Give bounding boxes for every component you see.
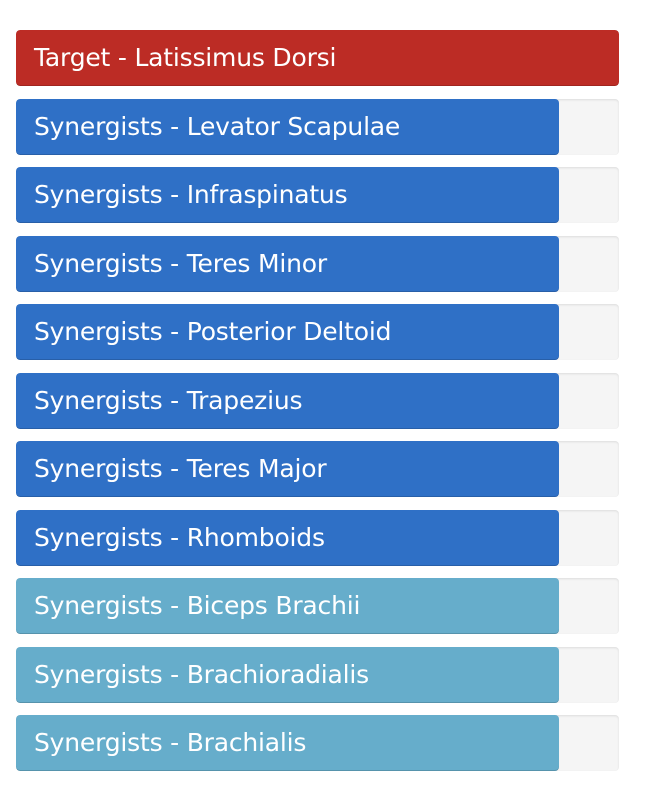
muscle-bar-label: Synergists - Biceps Brachii — [34, 591, 361, 620]
muscle-bar-label: Synergists - Infraspinatus — [34, 180, 348, 209]
muscle-bar-label: Synergists - Brachialis — [34, 728, 307, 757]
muscle-bar-rhomboids: Synergists - Rhomboids — [16, 509, 619, 566]
muscle-bar-biceps-brachii: Synergists - Biceps Brachii — [16, 578, 619, 634]
muscle-bar-levator-scapulae: Synergists - Levator Scapulae — [16, 98, 619, 155]
muscle-bar-trapezius: Synergists - Trapezius — [16, 372, 619, 429]
muscle-bar-label: Synergists - Trapezius — [34, 385, 303, 415]
muscle-bar-infraspinatus: Synergists - Infraspinatus — [16, 167, 619, 223]
muscle-bar-label: Synergists - Posterior Deltoid — [34, 317, 392, 346]
muscle-bar-label: Synergists - Rhomboids — [34, 522, 325, 552]
muscle-bar-teres-major: Synergists - Teres Major — [16, 441, 619, 497]
muscle-bar-label: Synergists - Brachioradialis — [34, 659, 369, 689]
muscle-bar-label: Synergists - Teres Major — [34, 454, 327, 483]
muscle-activation-list: Target - Latissimus Dorsi Synergists - L… — [16, 30, 619, 784]
muscle-bar-brachialis: Synergists - Brachialis — [16, 715, 619, 771]
muscle-bar-label: Target - Latissimus Dorsi — [34, 43, 337, 72]
muscle-bar-teres-minor: Synergists - Teres Minor — [16, 235, 619, 292]
muscle-bar-latissimus-dorsi: Target - Latissimus Dorsi — [16, 30, 619, 86]
muscle-bar-label: Synergists - Teres Minor — [34, 248, 327, 278]
muscle-bar-brachioradialis: Synergists - Brachioradialis — [16, 646, 619, 703]
muscle-bar-label: Synergists - Levator Scapulae — [34, 111, 401, 141]
muscle-bar-posterior-deltoid: Synergists - Posterior Deltoid — [16, 304, 619, 360]
